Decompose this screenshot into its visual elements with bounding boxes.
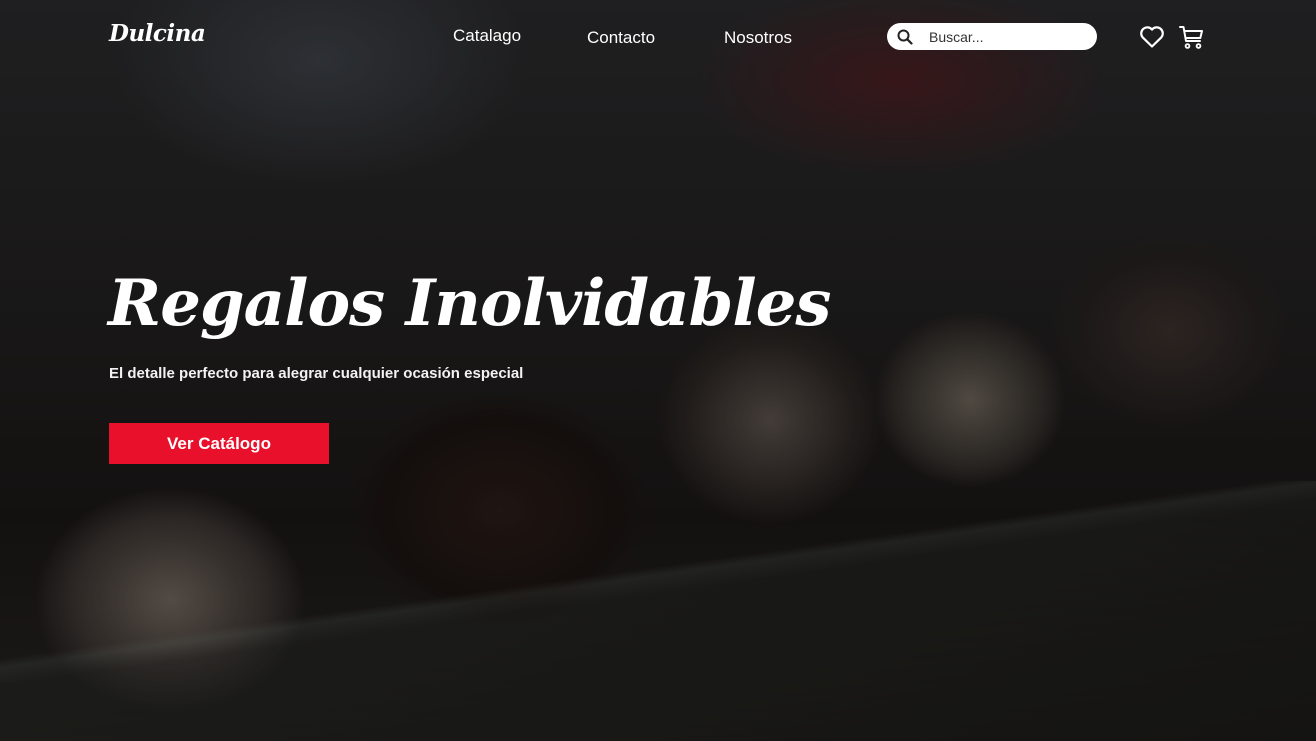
hero-title: Regalos Inolvidables xyxy=(108,266,831,341)
brand-logo[interactable]: Dulcina xyxy=(109,20,206,47)
hero-section: Dulcina Catalago Contacto Nosotros Busca… xyxy=(0,0,1316,741)
top-navigation: Dulcina Catalago Contacto Nosotros xyxy=(0,0,1316,74)
search-box xyxy=(887,23,1097,50)
search-input[interactable] xyxy=(927,27,1081,46)
cart-icon[interactable] xyxy=(1176,22,1206,52)
heart-icon[interactable] xyxy=(1137,22,1167,52)
nav-link-nosotros[interactable]: Nosotros xyxy=(724,28,792,48)
nav-link-catalago[interactable]: Catalago xyxy=(453,26,521,46)
hero-subtitle: El detalle perfecto para alegrar cualqui… xyxy=(109,365,524,382)
nav-link-contacto[interactable]: Contacto xyxy=(587,28,655,48)
view-catalog-button[interactable]: Ver Catálogo xyxy=(109,423,329,464)
search-icon[interactable] xyxy=(897,29,913,45)
